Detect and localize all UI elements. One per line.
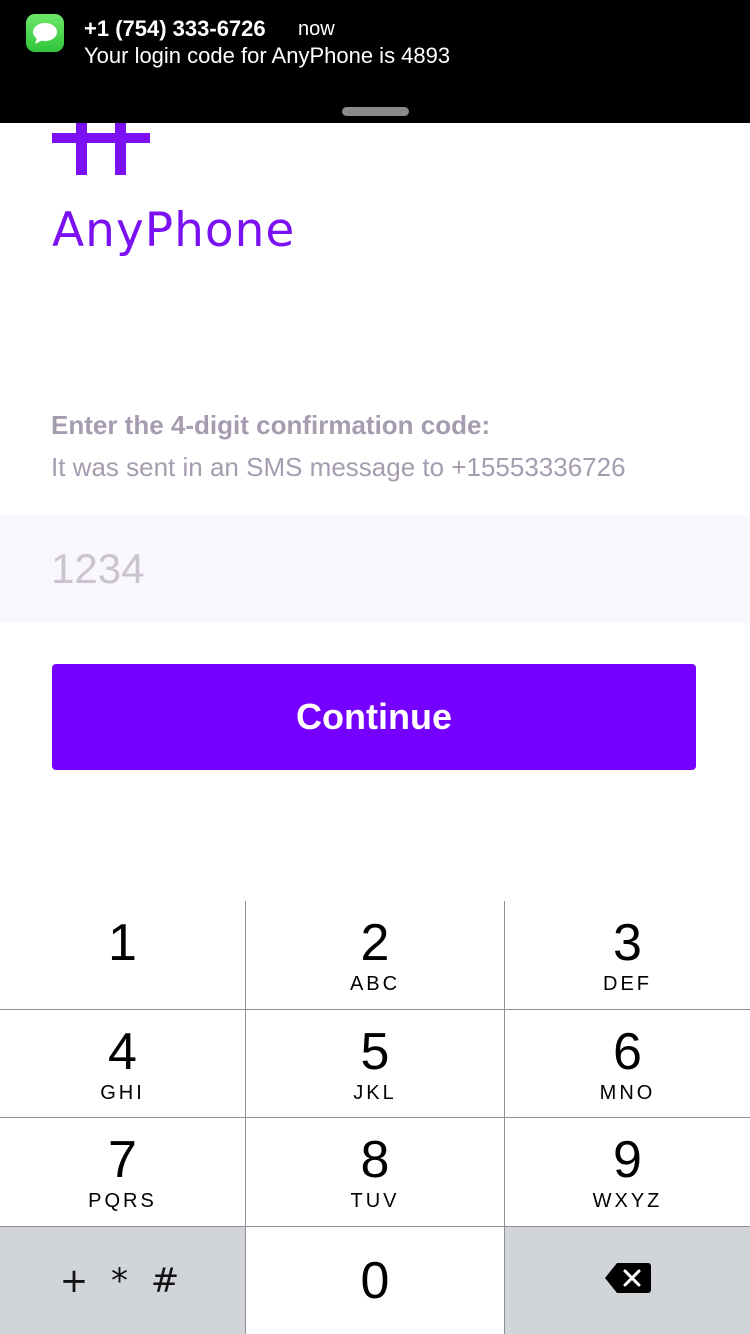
- keypad-key-0[interactable]: 0: [246, 1227, 504, 1334]
- notification-sender: +1 (754) 333-6726: [84, 16, 266, 41]
- keypad-key-5[interactable]: 5 JKL: [246, 1010, 504, 1117]
- key-letters: TUV: [350, 1190, 400, 1212]
- brand-name: AnyPhone: [52, 203, 296, 258]
- keypad-divider: [0, 1117, 750, 1118]
- prompt-subtext: It was sent in an SMS message to +155533…: [51, 452, 626, 482]
- messages-icon: [26, 14, 64, 52]
- keypad-divider: [0, 1009, 750, 1010]
- continue-button[interactable]: Continue: [52, 664, 696, 770]
- key-digit: 0: [360, 1251, 390, 1310]
- key-digit: 6: [613, 1023, 642, 1081]
- key-letters: ABC: [349, 973, 401, 995]
- key-letters: GHI: [100, 1082, 145, 1104]
- symbols-key-label: + * #: [59, 1260, 186, 1301]
- keypad-key-6[interactable]: 6 MNO: [505, 1010, 750, 1117]
- key-letters: PQRS: [88, 1190, 157, 1212]
- keypad-key-7[interactable]: 7 PQRS: [0, 1118, 245, 1226]
- key-digit: 4: [108, 1023, 137, 1081]
- hash-logo-icon: [52, 123, 152, 175]
- code-input-row: [0, 515, 750, 623]
- keypad-key-9[interactable]: 9 WXYZ: [505, 1118, 750, 1226]
- key-digit: 2: [360, 914, 390, 972]
- key-letters: DEF: [603, 973, 652, 995]
- notification-time: now: [298, 18, 335, 40]
- key-digit: 9: [613, 1131, 642, 1189]
- backspace-icon: [604, 1262, 651, 1299]
- notification-drag-handle[interactable]: [342, 107, 409, 116]
- confirmation-code-input[interactable]: [51, 515, 731, 623]
- keypad-divider: [0, 1226, 750, 1227]
- key-digit: 8: [360, 1131, 390, 1189]
- sms-notification-banner[interactable]: +1 (754) 333-6726 now Your login code fo…: [0, 0, 750, 123]
- prompt-heading: Enter the 4-digit confirmation code:: [51, 410, 491, 440]
- keypad-key-4[interactable]: 4 GHI: [0, 1010, 245, 1117]
- key-digit: 7: [108, 1131, 137, 1189]
- key-digit: 1: [108, 914, 137, 972]
- keypad-key-8[interactable]: 8 TUV: [246, 1118, 504, 1226]
- key-digit: 5: [360, 1023, 390, 1081]
- keypad-key-1[interactable]: 1: [0, 901, 245, 1009]
- key-letters: MNO: [599, 1082, 656, 1104]
- keypad-symbols-key[interactable]: + * #: [0, 1227, 245, 1334]
- keypad-key-2[interactable]: 2 ABC: [246, 901, 504, 1009]
- notification-message: Your login code for AnyPhone is 4893: [84, 43, 451, 68]
- key-digit: 3: [613, 914, 642, 972]
- keypad-key-3[interactable]: 3 DEF: [505, 901, 750, 1009]
- numeric-keypad: 1 2 ABC 3 DEF 4 GHI 5 JKL 6 MNO 7 PQRS 8…: [0, 901, 750, 1334]
- key-letters: JKL: [353, 1082, 397, 1104]
- key-letters: WXYZ: [592, 1190, 663, 1212]
- keypad-delete-key[interactable]: [505, 1227, 750, 1334]
